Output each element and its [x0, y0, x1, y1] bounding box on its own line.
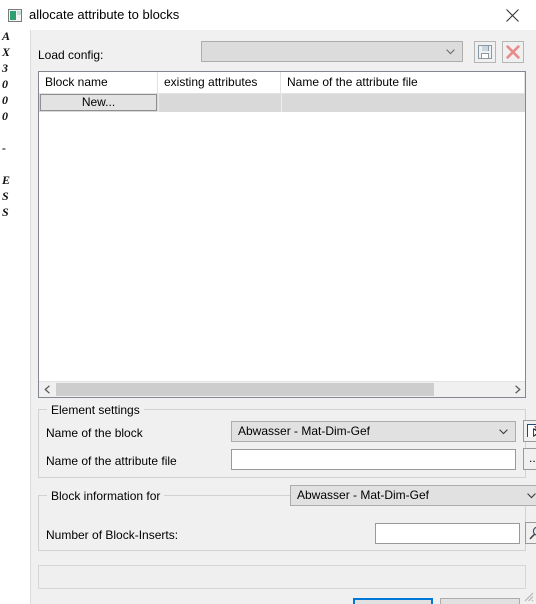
- scroll-thumb[interactable]: [56, 383, 434, 396]
- element-settings-group: Element settings Name of the block Abwas…: [38, 403, 536, 478]
- attribute-file-input[interactable]: [231, 449, 516, 470]
- element-settings-title: Element settings: [47, 403, 144, 417]
- app-icon: [8, 9, 22, 22]
- ok-button[interactable]: OK: [353, 598, 433, 604]
- allocate-attribute-dialog: allocate attribute to blocks Load config…: [0, 0, 536, 604]
- blocks-grid[interactable]: Block name existing attributes Name of t…: [38, 71, 526, 398]
- grid-column-header-block-name[interactable]: Block name: [39, 72, 158, 94]
- save-floppy-icon: [478, 45, 492, 59]
- block-information-value: Abwasser - Mat-Dim-Gef: [297, 488, 430, 502]
- scroll-right-button[interactable]: [509, 382, 525, 397]
- dialog-body: Load config: Block name existing attribu…: [30, 30, 536, 604]
- block-inserts-label: Number of Block-Inserts:: [46, 528, 179, 542]
- table-row[interactable]: New...: [39, 94, 525, 112]
- block-name-label: Name of the block: [46, 426, 143, 440]
- cell-separator: [158, 94, 159, 112]
- magnifier-icon: [529, 526, 536, 540]
- chevron-right-icon: [515, 385, 521, 394]
- block-information-group: Block information for Abwasser - Mat-Dim…: [38, 485, 536, 551]
- block-information-title: Block information for: [47, 489, 165, 503]
- window-title: allocate attribute to blocks: [29, 7, 180, 22]
- pick-block-icon: x: [527, 424, 536, 437]
- chevron-left-icon: [44, 385, 50, 394]
- close-icon: [506, 9, 519, 22]
- block-inserts-input[interactable]: [375, 523, 520, 544]
- load-config-label: Load config:: [38, 48, 104, 62]
- title-bar: allocate attribute to blocks: [0, 0, 536, 30]
- resize-grip[interactable]: [521, 589, 534, 602]
- chevron-down-icon: [499, 429, 508, 435]
- grid-column-header-existing-attributes[interactable]: existing attributes: [158, 72, 281, 94]
- delete-config-button[interactable]: [502, 41, 524, 63]
- grid-horizontal-scrollbar[interactable]: [39, 381, 525, 397]
- grid-column-header-attribute-file[interactable]: Name of the attribute file: [281, 72, 525, 94]
- load-config-combo[interactable]: [201, 41, 463, 62]
- attribute-file-label: Name of the attribute file: [46, 454, 177, 468]
- block-name-combo[interactable]: Abwasser - Mat-Dim-Gef: [231, 421, 516, 442]
- delete-red-x-icon: [506, 45, 520, 59]
- chevron-down-icon: [527, 493, 536, 499]
- browse-attribute-file-button[interactable]: ...: [523, 448, 536, 470]
- block-information-combo[interactable]: Abwasser - Mat-Dim-Gef: [290, 485, 536, 506]
- save-config-button[interactable]: [474, 41, 496, 63]
- count-inserts-button[interactable]: [525, 522, 536, 544]
- chevron-down-icon: [446, 49, 455, 55]
- new-block-button[interactable]: New...: [40, 94, 157, 111]
- close-button[interactable]: [490, 0, 536, 30]
- cancel-button[interactable]: Cancel: [440, 598, 520, 604]
- grid-header-row: Block name existing attributes Name of t…: [39, 72, 525, 94]
- block-name-value: Abwasser - Mat-Dim-Gef: [238, 424, 371, 438]
- pick-block-button[interactable]: x: [523, 420, 536, 442]
- screen: A X 3 0 0 0 - E S S allocate attribute t…: [0, 0, 536, 604]
- cell-separator: [281, 94, 282, 112]
- status-bar: [38, 565, 526, 589]
- scroll-left-button[interactable]: [39, 382, 55, 397]
